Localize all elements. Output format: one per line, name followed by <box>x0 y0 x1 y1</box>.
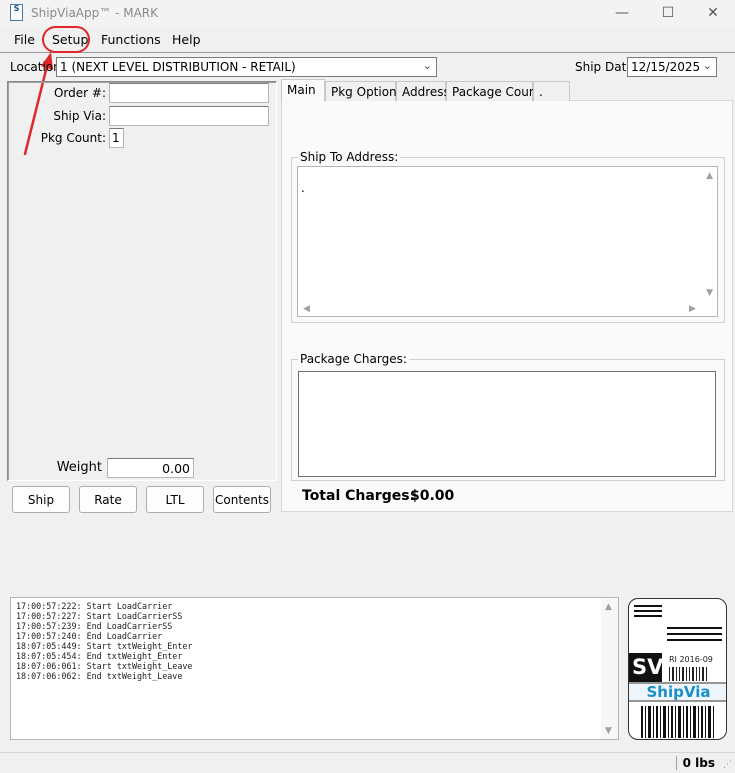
ship-to-address-title: Ship To Address: <box>298 150 401 164</box>
log-line: 17:00:57:240: End LoadCarrier <box>16 631 163 641</box>
scroll-down-icon[interactable]: ▼ <box>605 726 612 736</box>
package-charges-title: Package Charges: <box>298 352 409 366</box>
scroll-left-icon[interactable]: ◀ <box>303 304 310 314</box>
status-bar: 0 lbs ⋰ <box>0 752 735 773</box>
logo-sv-text: SV <box>632 655 664 679</box>
title-bar: S ShipViaApp™ - MARK — ☐ ✕ <box>0 0 735 26</box>
tab-address[interactable]: Address <box>396 81 450 101</box>
contents-button[interactable]: Contents <box>213 486 271 513</box>
log-line: 18:07:06:062: End txtWeight_Leave <box>16 671 183 681</box>
location-label: Location <box>10 60 61 74</box>
weight-input[interactable]: 0.00 <box>107 458 194 478</box>
menu-file[interactable]: File <box>14 32 35 47</box>
total-charges-value: $0.00 <box>410 488 455 504</box>
shipvia-logo: SV RI 2016-09 ShipVia <box>628 598 727 740</box>
log-scrollbar[interactable]: ▲ ▼ <box>601 598 618 739</box>
menu-divider <box>0 52 735 53</box>
ship-date-picker[interactable]: 12/15/2025 ⌄ <box>627 57 717 77</box>
calendar-dropdown-icon: ⌄ <box>702 59 712 72</box>
scroll-up-icon[interactable]: ▲ <box>706 171 713 181</box>
menu-bar: File Setup Functions Help <box>0 29 735 51</box>
maximize-button[interactable]: ☐ <box>645 0 691 26</box>
tab-main[interactable]: Main <box>281 79 325 102</box>
status-weight: 0 lbs <box>675 756 715 770</box>
app-icon: S <box>10 4 23 21</box>
ltl-button[interactable]: LTL <box>146 486 204 513</box>
log-line: 18:07:05:454: End txtWeight_Enter <box>16 651 183 661</box>
tab-package-count[interactable]: Package Count <box>446 81 541 101</box>
weight-label: Weight <box>56 460 102 475</box>
logo-brand-text: ShipVia <box>646 683 711 701</box>
resize-grip-icon[interactable]: ⋰ <box>723 760 732 770</box>
order-number-input[interactable] <box>109 83 269 103</box>
log-line: 17:00:57:227: Start LoadCarrierSS <box>16 611 183 621</box>
log-lines: 17:00:57:222: Start LoadCarrier 17:00:57… <box>16 601 192 681</box>
pkg-count-input[interactable]: 1 <box>109 128 124 148</box>
scroll-right-icon[interactable]: ▶ <box>689 304 696 314</box>
setup-highlight-circle <box>42 26 90 53</box>
log-line: 17:00:57:222: Start LoadCarrier <box>16 601 173 611</box>
rate-button[interactable]: Rate <box>79 486 137 513</box>
ship-to-address-textbox[interactable]: . ▲ ▼ ◀ ▶ <box>297 166 718 317</box>
pkg-count-label: Pkg Count: <box>40 131 106 145</box>
tab-pkg-options[interactable]: Pkg Options <box>325 81 403 101</box>
log-line: 18:07:05:449: Start txtWeight_Enter <box>16 641 193 651</box>
order-number-label: Order #: <box>53 86 106 100</box>
menu-help[interactable]: Help <box>172 32 201 47</box>
log-line: 17:00:57:239: End LoadCarrierSS <box>16 621 173 631</box>
minimize-button[interactable]: — <box>599 0 645 26</box>
log-line: 18:07:06:061: Start txtWeight_Leave <box>16 661 193 671</box>
chevron-down-icon: ⌄ <box>422 59 432 72</box>
scroll-down-icon[interactable]: ▼ <box>706 288 713 298</box>
menu-functions[interactable]: Functions <box>101 32 161 47</box>
ship-via-input[interactable] <box>109 106 269 126</box>
ship-via-label: Ship Via: <box>53 109 106 123</box>
total-charges-label: Total Charges: <box>302 488 416 504</box>
tab-extra[interactable]: . <box>533 81 570 101</box>
ship-button[interactable]: Ship <box>12 486 70 513</box>
log-textbox[interactable]: 17:00:57:222: Start LoadCarrier 17:00:57… <box>10 597 619 740</box>
window-title: ShipViaApp™ - MARK <box>31 6 158 20</box>
location-dropdown[interactable]: 1 (NEXT LEVEL DISTRIBUTION - RETAIL) ⌄ <box>56 57 437 77</box>
package-charges-list[interactable] <box>298 371 716 477</box>
ship-to-address-text: . <box>301 181 305 195</box>
logo-version-text: RI 2016-09 <box>669 655 713 664</box>
location-value: 1 (NEXT LEVEL DISTRIBUTION - RETAIL) <box>60 60 296 74</box>
ship-date-value: 12/15/2025 <box>631 60 701 74</box>
scroll-up-icon[interactable]: ▲ <box>605 602 612 612</box>
close-button[interactable]: ✕ <box>690 0 735 26</box>
